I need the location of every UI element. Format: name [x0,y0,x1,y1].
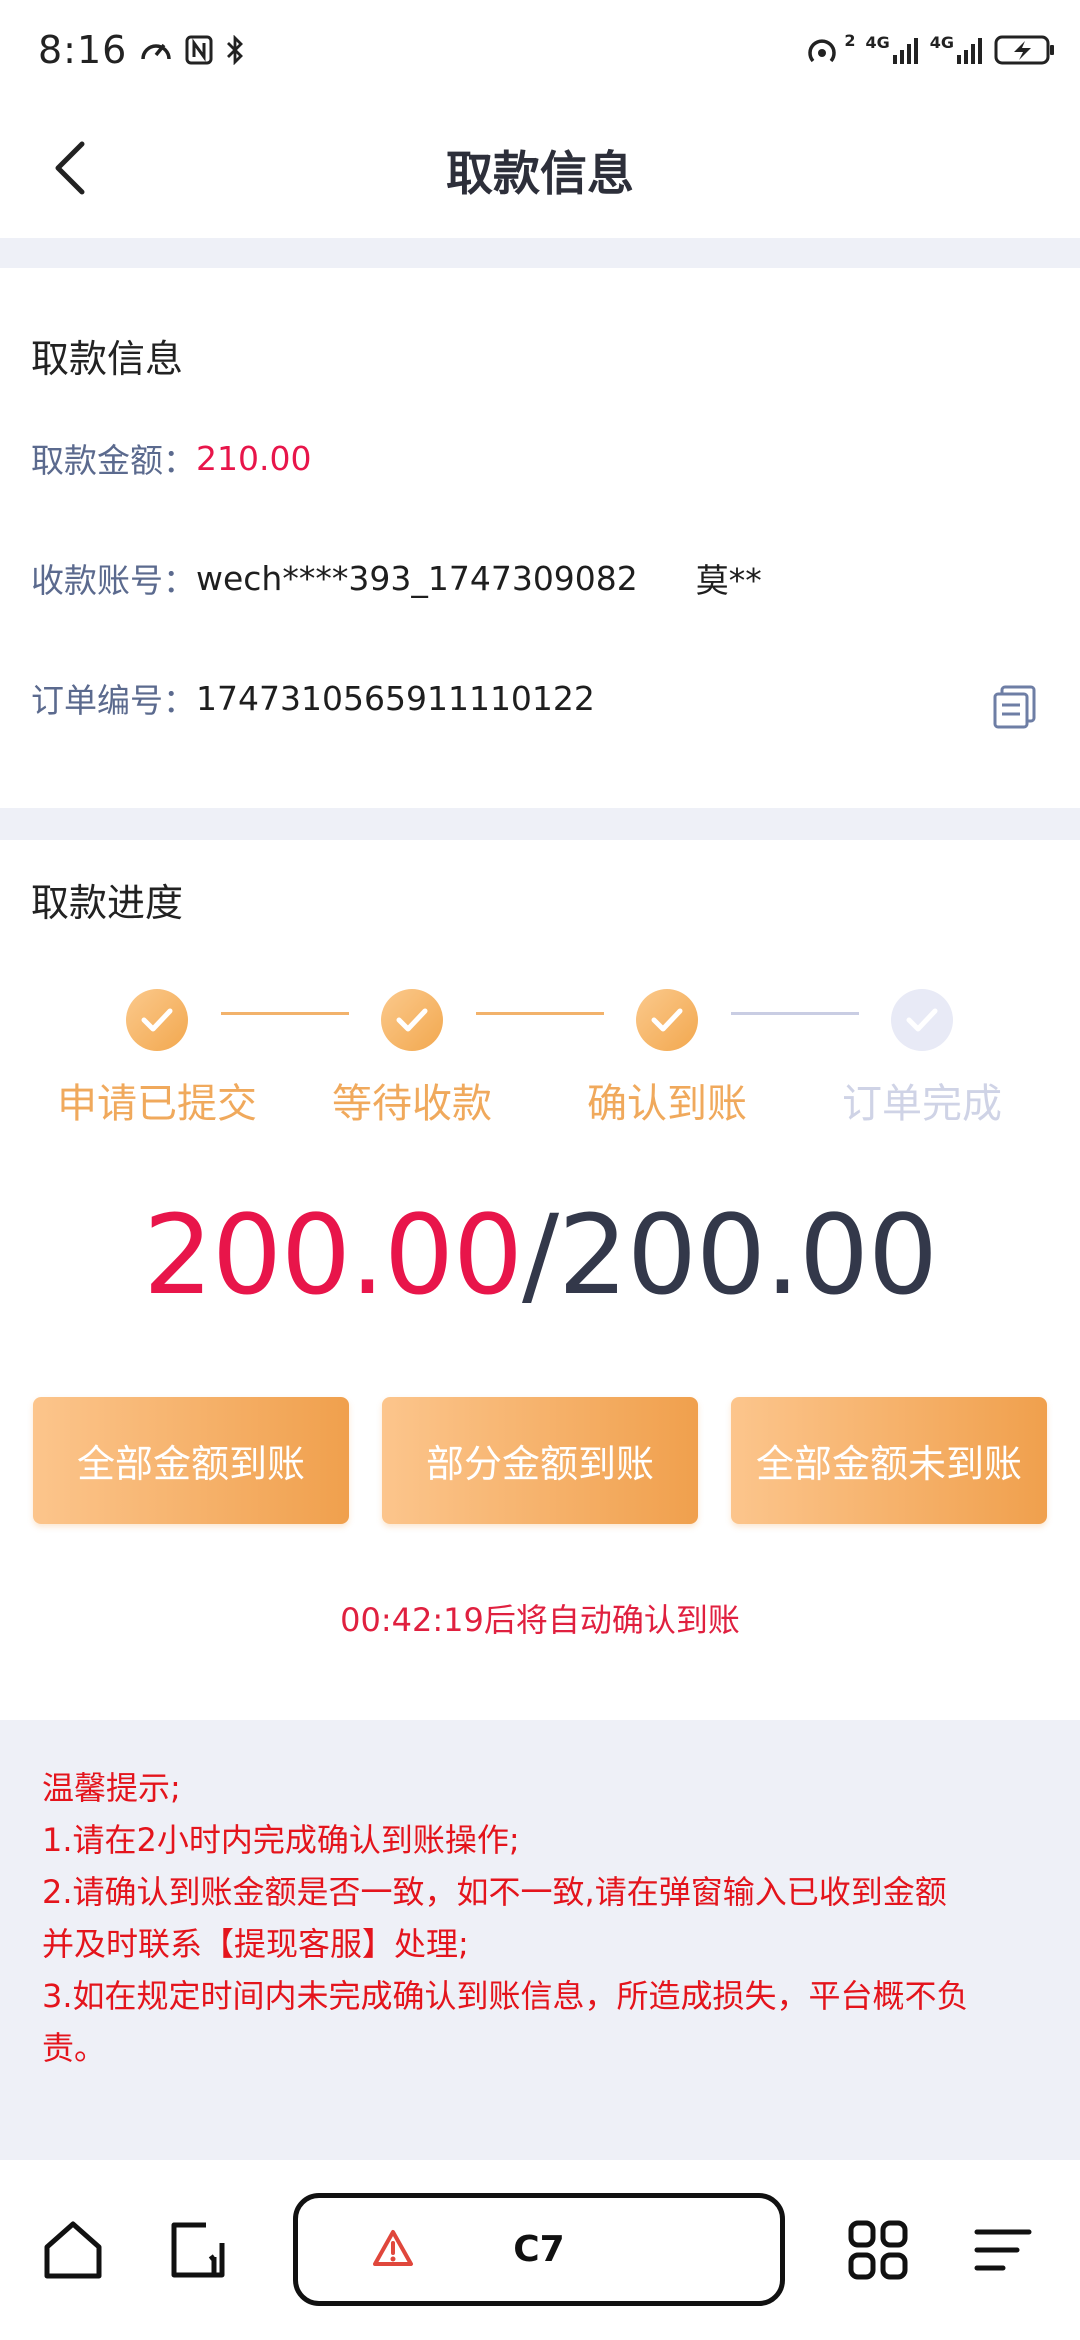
step-label: 等待收款 [332,1081,492,1127]
network-type-2: 4G [929,33,954,52]
menu-icon [974,2229,1032,2271]
apps-grid-icon [848,2220,908,2280]
amount-row: 取款金额： 210.00 [31,433,311,483]
withdraw-info-card: 取款信息 取款金额： 210.00 收款账号： wech****393_1747… [0,268,1080,808]
received-amount: 200.00 [143,1191,523,1319]
check-icon [396,1008,428,1032]
status-bar: 8:16 2 4G 4G [0,0,1080,100]
signal-bars-icon [957,38,982,64]
account-value: wech****393_1747309082 [196,558,638,598]
status-right: 2 4G 4G [804,33,1056,67]
progress-card: 取款进度 申请已提交 等待收款 确认到账 订单完成 200.00/200.00 … [0,840,1080,1720]
step-complete: 订单完成 [802,989,1042,1129]
home-icon [44,2221,102,2279]
back-button[interactable] [30,128,110,208]
amount-label: 取款金额： [31,441,196,480]
home-button[interactable] [38,2215,108,2285]
step-done-circle [381,989,443,1051]
sim-tag: 2 [844,31,856,50]
step-label: 申请已提交 [57,1081,257,1127]
signal-bars-icon [892,38,918,64]
status-left: 8:16 [38,28,245,72]
tabs-icon [171,2222,225,2278]
amount-value: 210.00 [196,438,312,478]
step-label: 订单完成 [842,1081,1002,1127]
order-row: 订单编号： 1747310565911110122 [31,673,595,723]
page-title: 取款信息 [446,146,634,202]
nfc-icon [185,35,213,65]
step-done-circle [636,989,698,1051]
account-row: 收款账号： wech****393_1747309082 莫** [31,553,762,603]
page-header: 取款信息 [0,100,1080,238]
withdraw-info-title: 取款信息 [31,337,184,381]
notice-line: 责。 [42,2029,107,2067]
notice-line: 1.请在2小时内完成确认到账操作; [42,1821,520,1859]
step-awaiting: 等待收款 [292,989,532,1129]
address-bar[interactable]: C7 [293,2193,785,2306]
step-submitted: 申请已提交 [37,989,277,1129]
auto-confirm-countdown: 00:42:19后将自动确认到账 [340,1601,740,1639]
browser-bottom-bar: C7 [0,2160,1080,2340]
total-amount: 200.00 [558,1191,938,1319]
notice-line: 3.如在规定时间内未完成确认到账信息，所造成损失，平台概不负 [42,1977,969,2015]
account-label: 收款账号： [31,561,196,600]
step-done-circle [126,989,188,1051]
step-confirm: 确认到账 [547,989,787,1129]
signal-group-2: 4G [930,35,984,65]
step-label: 确认到账 [587,1081,747,1127]
all-received-button[interactable]: 全部金额到账 [33,1397,349,1524]
ratio-separator: / [521,1191,559,1319]
order-label: 订单编号： [31,681,196,720]
battery-charging-icon [994,35,1054,65]
notice-line: 并及时联系【提现客服】处理; [42,1925,469,1963]
order-value: 1747310565911110122 [196,678,595,718]
notice-section: 温馨提示; 1.请在2小时内完成确认到账操作; 2.请确认到账金额是否一致，如不… [0,1720,1080,2160]
check-icon [906,1008,938,1032]
apps-button[interactable] [843,2215,913,2285]
address-text: C7 [513,2229,565,2270]
step-pending-circle [891,989,953,1051]
progress-title: 取款进度 [31,881,184,925]
check-icon [651,1008,683,1032]
network-type-1: 4G [865,33,890,52]
bluetooth-icon [227,35,244,65]
amount-ratio: 200.00/200.00 [0,1195,1080,1315]
notice-line: 2.请确认到账金额是否一致，如不一致,请在弹窗输入已收到金额 [42,1873,947,1911]
notice-title: 温馨提示; [42,1769,181,1807]
signal-group-1: 4G [865,35,919,65]
warning-icon [373,2230,413,2266]
chevron-left-icon [55,141,85,195]
speedometer-icon [141,43,172,60]
payee-name: 莫** [695,561,762,600]
status-time: 8:16 [38,28,128,72]
tabs-button[interactable] [163,2215,233,2285]
partial-received-button[interactable]: 部分金额到账 [382,1397,698,1524]
none-received-button[interactable]: 全部金额未到账 [731,1397,1047,1524]
hotspot-icon [808,39,837,63]
menu-button[interactable] [968,2215,1038,2285]
copy-order-button[interactable] [990,682,1040,732]
copy-icon [993,685,1036,729]
check-icon [141,1008,173,1032]
